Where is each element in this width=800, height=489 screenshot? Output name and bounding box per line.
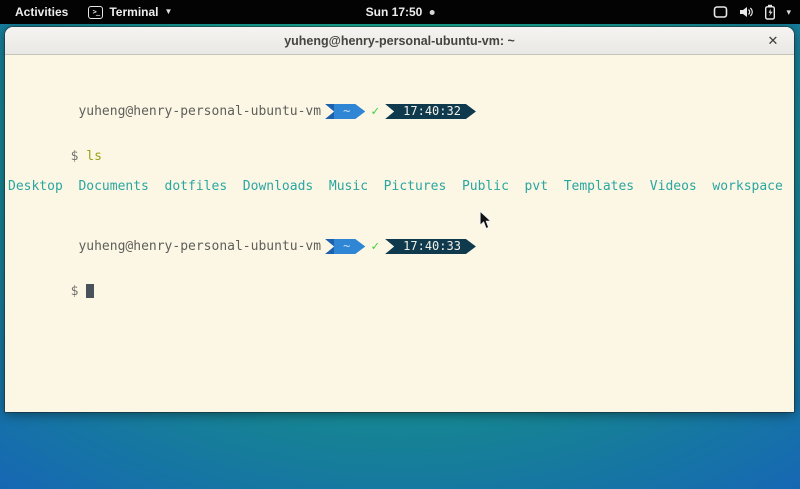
notification-dot-icon xyxy=(429,10,434,15)
time-label: 17:40:33 xyxy=(403,239,461,253)
powerline-cwd-badge: ~ xyxy=(325,239,365,254)
clock-label: Sun 17:50 xyxy=(366,5,423,19)
app-menu-button[interactable]: >_ Terminal ▼ xyxy=(88,5,172,19)
success-check-icon: ✓ xyxy=(371,104,379,119)
terminal-prompt-line: yuheng@henry-personal-ubuntu-vm~✓17:40:3… xyxy=(8,89,794,104)
terminal-cursor xyxy=(86,284,94,298)
system-menu-button[interactable]: ▾ xyxy=(713,0,791,24)
battery-charging-icon xyxy=(764,4,776,20)
powerline-time-badge: 17:40:33 xyxy=(385,239,476,254)
time-label: 17:40:32 xyxy=(403,104,461,118)
app-menu-label: Terminal xyxy=(109,5,158,19)
shell-prompt: $ xyxy=(71,149,87,164)
terminal-app-icon: >_ xyxy=(88,6,103,19)
chevron-down-icon: ▼ xyxy=(164,8,172,16)
powerline-time-badge: 17:40:32 xyxy=(385,104,476,119)
screen-icon xyxy=(713,5,728,19)
terminal-content[interactable]: yuheng@henry-personal-ubuntu-vm ~ ✓ 17:40:3… xyxy=(5,56,794,412)
prompt-user: yuheng@henry-personal-ubuntu-vm xyxy=(71,239,321,254)
window-title: yuheng@henry-personal-ubuntu-vm: ~ xyxy=(5,27,794,55)
cwd-label: ~ xyxy=(343,239,350,253)
terminal-output-line: Desktop Documents dotfiles Downloads Mus… xyxy=(8,179,794,194)
prompt-user: yuheng@henry-personal-ubuntu-vm xyxy=(71,104,321,119)
terminal-command-line: $ xyxy=(8,269,794,284)
activities-button[interactable]: Activities xyxy=(10,3,73,21)
terminal-window: yuheng@henry-personal-ubuntu-vm: ~ ✕ yuh… xyxy=(5,27,794,412)
success-check-icon: ✓ xyxy=(371,239,379,254)
volume-icon xyxy=(738,5,754,19)
typed-command: ls xyxy=(86,149,102,164)
terminal-command-line: $ ls xyxy=(8,134,794,149)
chevron-down-icon: ▾ xyxy=(786,7,791,18)
top-bar: Activities >_ Terminal ▼ Sun 17:50 xyxy=(0,0,800,24)
close-button[interactable]: ✕ xyxy=(760,29,786,53)
shell-prompt: $ xyxy=(71,284,87,299)
window-titlebar[interactable]: yuheng@henry-personal-ubuntu-vm: ~ ✕ xyxy=(5,27,794,55)
terminal-prompt-line: yuheng@henry-personal-ubuntu-vm~✓17:40:3… xyxy=(8,224,794,239)
desktop: Activities >_ Terminal ▼ Sun 17:50 xyxy=(0,0,800,489)
clock-button[interactable]: Sun 17:50 xyxy=(366,0,435,24)
mouse-cursor-icon xyxy=(479,210,494,236)
cwd-label: ~ xyxy=(343,104,350,118)
powerline-cwd-badge: ~ xyxy=(325,104,365,119)
